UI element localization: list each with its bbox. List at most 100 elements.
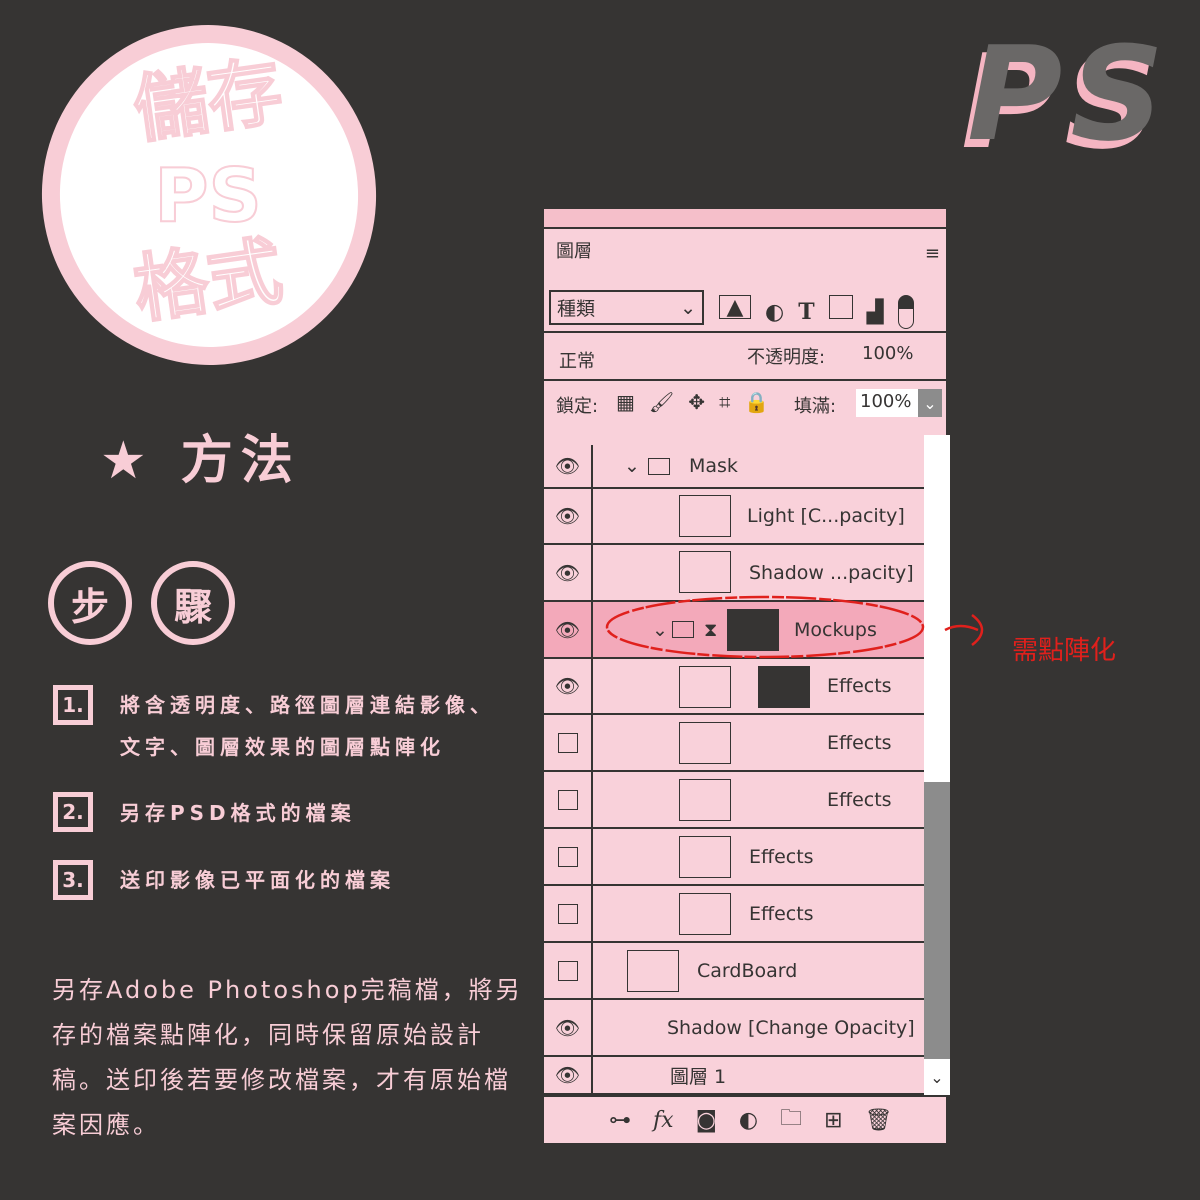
visibility-toggle[interactable]: 👁 — [544, 1057, 593, 1093]
eye-icon: 👁 — [554, 560, 581, 585]
move-icon[interactable]: ✥ — [688, 390, 705, 414]
layer-name: Effects — [827, 675, 892, 697]
blend-mode-select[interactable]: 正常 — [559, 347, 595, 373]
step-badge: 驟 — [151, 561, 235, 645]
step-badge: 步 — [48, 561, 132, 645]
layer-row[interactable]: 👁 Shadow [Change Opacity] — [544, 1000, 924, 1057]
brush-icon[interactable]: 🖌 — [649, 390, 674, 414]
layer-thumbnail — [679, 495, 731, 537]
layer-row[interactable]: Effects — [544, 715, 924, 772]
visibility-checkbox[interactable] — [557, 903, 578, 924]
new-group-icon[interactable]: 🗀 — [780, 1101, 802, 1139]
layer-name: Mask — [689, 455, 738, 477]
visibility-checkbox[interactable] — [557, 846, 578, 867]
step-text: 另存PSD格式的檔案 — [120, 801, 356, 825]
layer-name: Effects — [749, 902, 814, 925]
opacity-value[interactable]: 100% — [862, 343, 913, 364]
layers-panel: 圖層 ≡ 種類 ⌄ ▲ ◐ T ▟ 正常 不透明度: 100% 鎖定: ▦ 🖌 ✥… — [542, 207, 950, 1145]
eye-icon: 👁 — [554, 674, 581, 698]
new-layer-icon[interactable]: ⊞ — [824, 1101, 842, 1139]
visibility-toggle[interactable]: 👁 — [544, 545, 593, 600]
mask-thumbnail — [758, 666, 810, 708]
adjustment-layer-icon[interactable]: ◐ — [739, 1101, 758, 1139]
eye-icon: 👁 — [554, 1063, 581, 1087]
layer-thumbnail — [679, 551, 731, 593]
image-filter-icon[interactable]: ▲ — [719, 295, 751, 320]
visibility-toggle[interactable]: 👁 — [544, 489, 593, 543]
fx-icon[interactable]: fx — [653, 1101, 674, 1139]
visibility-toggle[interactable] — [544, 943, 593, 998]
fill-dropdown-chevron-icon[interactable]: ⌄ — [918, 389, 942, 417]
layer-row[interactable]: Effects — [544, 772, 924, 829]
layer-row[interactable]: Effects — [544, 886, 924, 943]
layer-name: Effects — [749, 845, 814, 868]
shape-filter-icon[interactable] — [828, 295, 853, 319]
smart-object-thumbnail — [679, 779, 731, 821]
fill-label: 填滿: — [794, 396, 837, 417]
description: 另存Adobe Photoshop完稿檔，將另存的檔案點陣化，同時保留原始設計稿… — [52, 976, 523, 1139]
chevron-down-icon: ⌄ — [680, 296, 696, 319]
visibility-toggle[interactable]: 👁 — [544, 1000, 593, 1055]
layer-name: Light [C...pacity] — [747, 505, 905, 527]
scroll-down-chevron-icon[interactable]: ⌄ — [924, 1059, 950, 1095]
eye-icon: 👁 — [554, 504, 581, 528]
adjustment-filter-icon[interactable]: ◐ — [765, 295, 784, 329]
layer-name: CardBoard — [697, 959, 798, 982]
layer-row[interactable]: CardBoard — [544, 943, 924, 1000]
ps-logo: PS — [967, 18, 1172, 170]
link-layers-icon[interactable]: ⊶ — [609, 1101, 631, 1139]
method-heading: ★ 方法 — [100, 418, 301, 493]
lock-icon[interactable]: 🔒 — [744, 390, 769, 414]
red-circle-annotation — [605, 595, 984, 659]
smart-object-thumbnail — [679, 836, 731, 878]
smart-object-thumbnail — [679, 893, 731, 935]
type-filter-icon[interactable]: T — [798, 295, 814, 329]
folder-icon — [648, 457, 670, 475]
crop-icon[interactable]: ⌗ — [719, 390, 730, 414]
eye-icon: 👁 — [554, 617, 581, 642]
visibility-toggle[interactable] — [544, 715, 593, 770]
layer-name: Effects — [827, 731, 892, 754]
menu-icon[interactable]: ≡ — [925, 243, 940, 264]
delete-layer-icon[interactable]: 🗑 — [865, 1101, 893, 1139]
smart-object-thumbnail — [679, 722, 731, 764]
filter-toggle-icon[interactable] — [897, 295, 914, 329]
lock-transparency-icon[interactable]: ▦ — [616, 390, 635, 414]
add-mask-icon[interactable]: ◙ — [696, 1101, 717, 1139]
step-number: 2. — [53, 792, 93, 832]
layer-row[interactable]: 👁 圖層 1 — [544, 1057, 924, 1095]
layer-name: Shadow ...pacity] — [749, 561, 914, 584]
layer-name: Shadow [Change Opacity] — [667, 1016, 915, 1039]
fill-input[interactable]: 100% — [856, 389, 918, 417]
visibility-checkbox[interactable] — [557, 960, 578, 981]
opacity-label: 不透明度: — [747, 347, 826, 368]
layer-name: 圖層 1 — [670, 1065, 727, 1088]
scrollbar-thumb[interactable] — [924, 782, 950, 1059]
step-number: 3. — [53, 860, 93, 900]
expand-chevron-icon[interactable]: ⌄ — [624, 455, 640, 477]
step-number: 1. — [53, 685, 93, 725]
layer-row[interactable]: Effects — [544, 829, 924, 886]
filter-select[interactable]: 種類 ⌄ — [549, 290, 704, 325]
layer-row[interactable]: 👁 ⌄ Mask — [544, 445, 924, 489]
visibility-toggle[interactable]: 👁 — [544, 602, 593, 657]
step-text: 送印影像已平面化的檔案 — [120, 868, 395, 892]
visibility-toggle[interactable] — [544, 886, 593, 941]
visibility-checkbox[interactable] — [557, 732, 578, 753]
visibility-toggle[interactable]: 👁 — [544, 445, 593, 487]
smart-object-filter-icon[interactable]: ▟ — [867, 295, 884, 329]
eye-icon: 👁 — [554, 1015, 581, 1040]
visibility-toggle[interactable]: 👁 — [544, 659, 593, 713]
visibility-checkbox[interactable] — [557, 789, 578, 810]
visibility-toggle[interactable] — [544, 829, 593, 884]
layer-row[interactable]: 👁 Light [C...pacity] — [544, 489, 924, 545]
step-text: 將含透明度、路徑圖層連結影像、 文字、圖層效果的圖層點陣化 — [120, 693, 495, 759]
layer-thumbnail — [627, 950, 679, 992]
visibility-toggle[interactable] — [544, 772, 593, 827]
method-label: 方法 — [180, 431, 301, 491]
panel-title: 圖層 — [556, 241, 592, 262]
layer-name: Effects — [827, 788, 892, 811]
smart-object-thumbnail — [679, 666, 731, 708]
layer-row[interactable]: 👁 Effects — [544, 659, 924, 715]
annotation-text: 需點陣化 — [1012, 636, 1117, 666]
